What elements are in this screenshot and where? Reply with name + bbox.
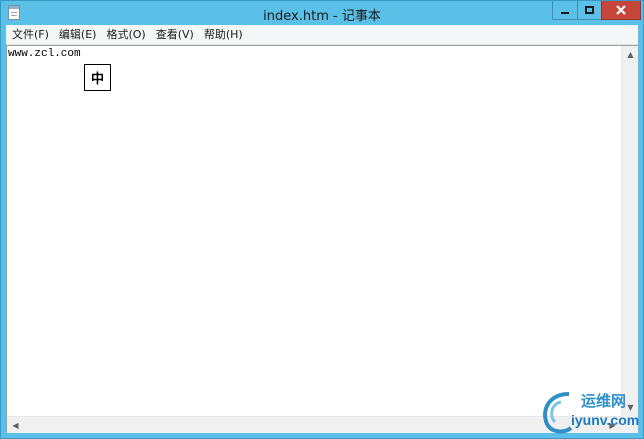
menu-edit[interactable]: 编辑(E) <box>54 25 102 45</box>
scroll-up-icon[interactable]: ▲ <box>622 46 639 63</box>
horizontal-scrollbar[interactable]: ◀ ▶ <box>7 416 621 433</box>
ime-indicator[interactable]: 中 <box>84 64 111 91</box>
minimize-icon <box>561 12 569 14</box>
notepad-window: index.htm - 记事本 文件(F) 编辑(E) 格式(O) 查看(V) … <box>0 0 644 439</box>
menu-format[interactable]: 格式(O) <box>101 25 150 45</box>
menu-view[interactable]: 查看(V) <box>151 25 199 45</box>
minimize-button[interactable] <box>552 1 578 20</box>
editor-frame: www.zcl.com 中 ▲ ▼ ◀ ▶ <box>6 45 638 433</box>
watermark-line1: 运维网 <box>581 392 627 410</box>
watermark-logo: 运维网 iyunv.com <box>539 388 643 436</box>
title-bar[interactable]: index.htm - 记事本 <box>1 1 643 25</box>
menu-file[interactable]: 文件(F) <box>7 25 54 45</box>
watermark-line2: iyunv.com <box>571 412 640 428</box>
window-title: index.htm - 记事本 <box>263 9 381 24</box>
close-icon <box>616 5 626 15</box>
close-button[interactable] <box>601 1 641 20</box>
vertical-scrollbar[interactable]: ▲ ▼ <box>621 46 638 416</box>
menu-bar: 文件(F) 编辑(E) 格式(O) 查看(V) 帮助(H) <box>6 25 638 45</box>
maximize-button[interactable] <box>577 1 602 20</box>
text-editor[interactable]: www.zcl.com <box>7 46 621 416</box>
scroll-left-icon[interactable]: ◀ <box>7 417 24 434</box>
menu-help[interactable]: 帮助(H) <box>199 25 248 45</box>
maximize-icon <box>585 6 594 14</box>
